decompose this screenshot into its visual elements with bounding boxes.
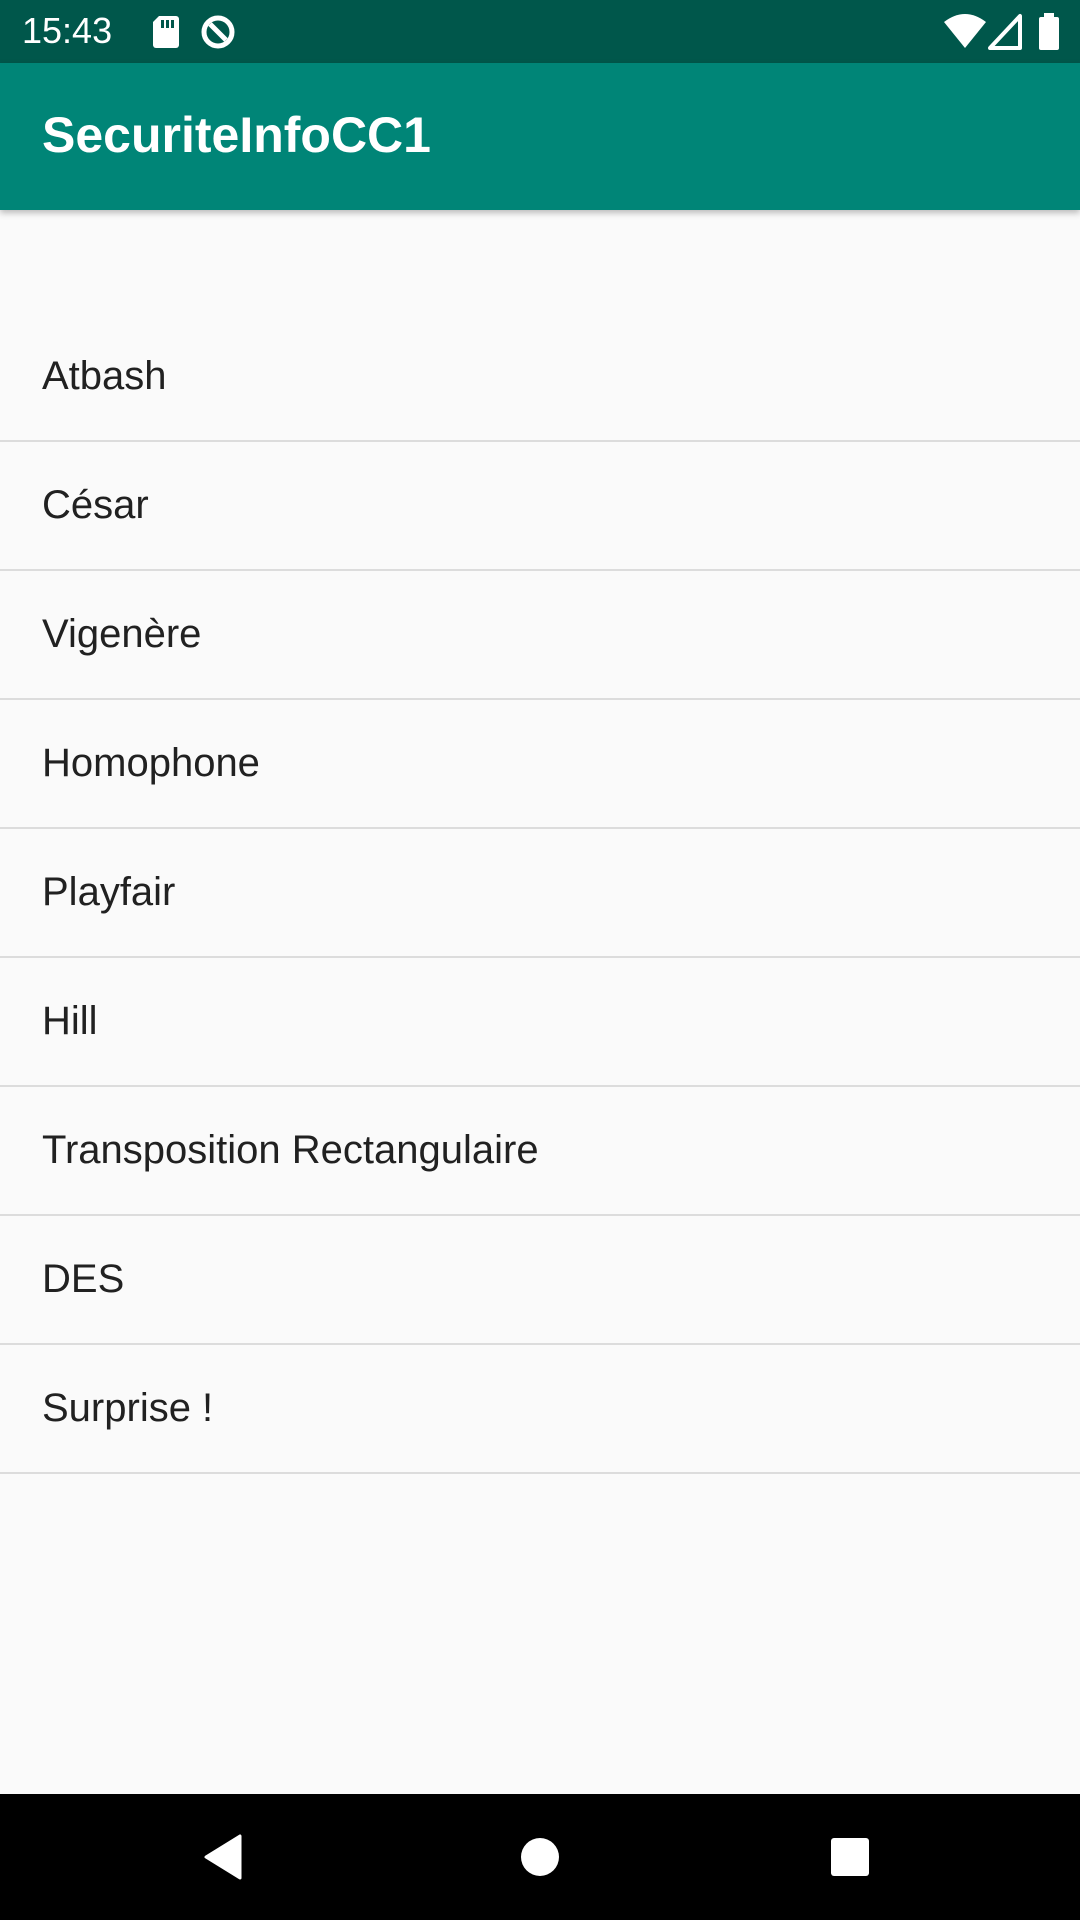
list-item-transposition-rectangulaire[interactable]: Transposition Rectangulaire — [0, 1087, 1080, 1216]
status-time: 15:43 — [22, 10, 113, 51]
list-item-homophone[interactable]: Homophone — [0, 700, 1080, 829]
list-item-label: César — [42, 483, 149, 527]
list-item-label: Playfair — [42, 870, 176, 914]
list-item-playfair[interactable]: Playfair — [0, 829, 1080, 958]
list-item-hill[interactable]: Hill — [0, 958, 1080, 1087]
list-item-atbash[interactable]: Atbash — [0, 313, 1080, 442]
sd-card-icon — [146, 12, 186, 52]
screen: 15:43 SecuriteInfoCC1 Atbash César Vigen… — [0, 0, 1080, 1920]
list-item-label: Transposition Rectangulaire — [42, 1128, 539, 1172]
back-icon[interactable] — [190, 1822, 260, 1892]
battery-icon — [1036, 12, 1062, 52]
list-item-label: Hill — [42, 999, 98, 1043]
app-bar: SecuriteInfoCC1 — [0, 63, 1080, 210]
list-item-des[interactable]: DES — [0, 1216, 1080, 1345]
list-item-vigenere[interactable]: Vigenère — [0, 571, 1080, 700]
list-item-cesar[interactable]: César — [0, 442, 1080, 571]
wifi-icon — [942, 12, 988, 52]
list-item-label: DES — [42, 1257, 125, 1301]
data-saver-icon — [198, 12, 238, 52]
recents-icon[interactable] — [815, 1822, 885, 1892]
navigation-bar — [0, 1794, 1080, 1920]
list-item-label: Vigenère — [42, 612, 202, 656]
home-icon[interactable] — [505, 1822, 575, 1892]
cipher-list: Atbash César Vigenère Homophone Playfair… — [0, 313, 1080, 1474]
app-title: SecuriteInfoCC1 — [42, 107, 431, 163]
list-item-surprise[interactable]: Surprise ! — [0, 1345, 1080, 1474]
list-item-label: Surprise ! — [42, 1386, 214, 1430]
status-bar: 15:43 — [0, 0, 1080, 63]
signal-icon — [986, 12, 1026, 52]
list-item-label: Homophone — [42, 741, 260, 785]
list-item-label: Atbash — [42, 354, 167, 398]
